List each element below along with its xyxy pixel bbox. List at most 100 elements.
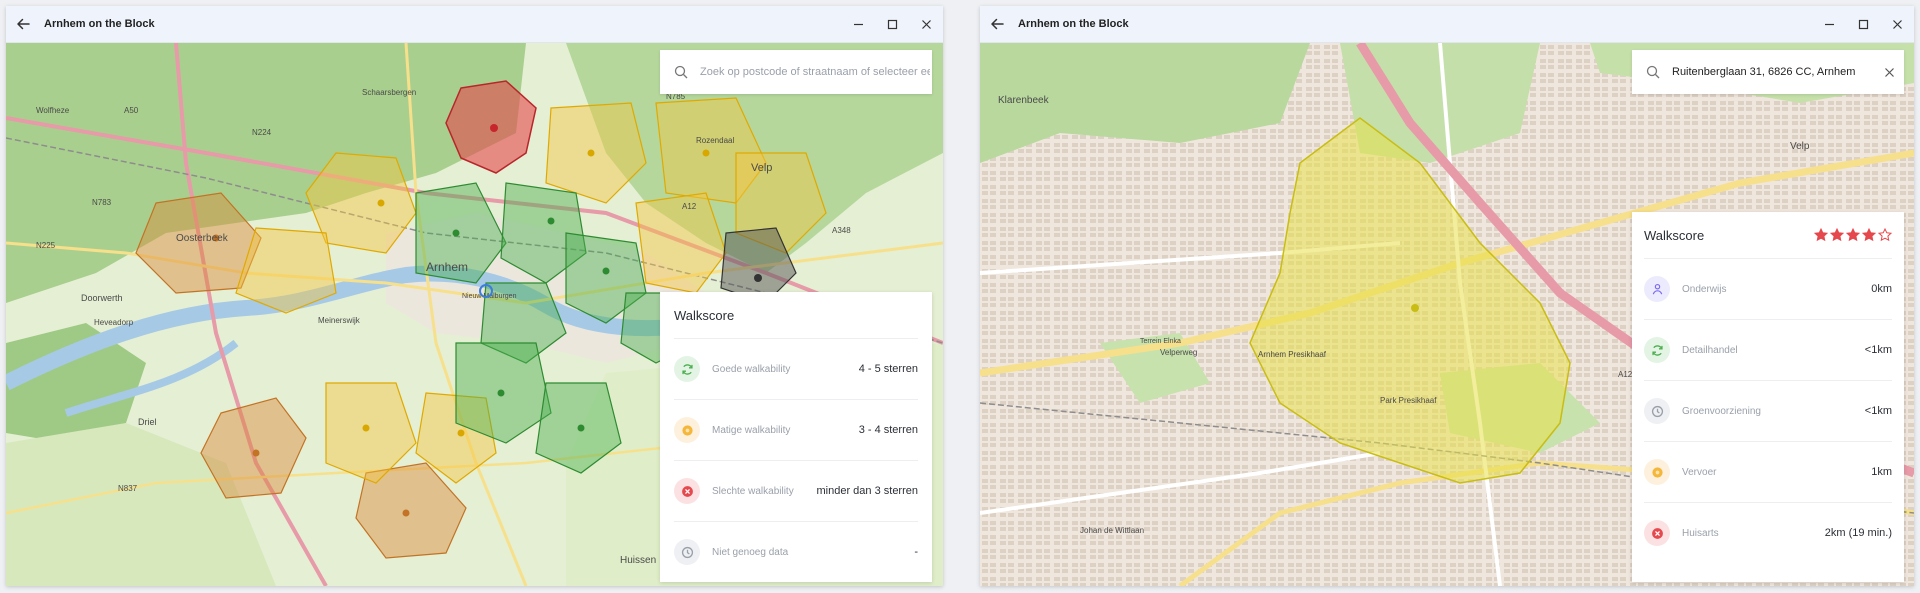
- label-a12: A12: [1618, 370, 1633, 379]
- legend-item-goede-walkability: Goede walkability 4 - 5 sterren: [674, 338, 918, 399]
- score-item-value: <1km: [1864, 405, 1892, 417]
- legend-item-value: minder dan 3 sterren: [816, 485, 919, 497]
- titlebar: Arnhem on the Block: [6, 6, 943, 43]
- label-n225: N225: [36, 241, 56, 250]
- minimize-button[interactable]: [841, 6, 875, 42]
- app-title: Arnhem on the Block: [1018, 18, 1129, 30]
- score-item-label: Groenvoorziening: [1682, 405, 1761, 417]
- score-item-label: Vervoer: [1682, 466, 1717, 478]
- arrow-left-icon: [17, 18, 30, 30]
- maximize-icon: [1858, 19, 1868, 29]
- star-filled-icon: [1846, 228, 1860, 242]
- label-park-presikhaaf: Park Presikhaaf: [1380, 396, 1437, 405]
- label-schaarsbergen: Schaarsbergen: [362, 88, 416, 97]
- star-filled-icon: [1814, 228, 1828, 242]
- score-item-groenvoorziening: Groenvoorziening <1km: [1644, 380, 1892, 441]
- search-input[interactable]: [698, 65, 932, 79]
- label-rozendaal: Rozendaal: [696, 136, 734, 145]
- label-n224: N224: [252, 128, 272, 137]
- search-icon: [674, 65, 688, 79]
- legend-item-niet-genoeg-data: Niet genoeg data -: [674, 521, 918, 582]
- score-item-label: Huisarts: [1682, 527, 1719, 539]
- legend-list: Goede walkability 4 - 5 sterren Matige w…: [674, 338, 918, 582]
- label-driel: Driel: [138, 417, 157, 427]
- label-oosterbeek: Oosterbeek: [176, 233, 229, 244]
- close-button[interactable]: [1880, 6, 1914, 42]
- legend-item-label: Niet genoeg data: [712, 546, 789, 558]
- legend-item-matige-walkability: Matige walkability 3 - 4 sterren: [674, 399, 918, 460]
- back-button[interactable]: [980, 6, 1014, 42]
- label-klarenbeek: Klarenbeek: [998, 95, 1050, 106]
- score-item-label: Onderwijs: [1682, 283, 1727, 295]
- score-item-value: <1km: [1864, 344, 1892, 356]
- education-icon: [1644, 276, 1670, 302]
- refresh-icon: [674, 356, 700, 382]
- star-rating: [1814, 228, 1892, 242]
- right-window: Arnhem on the Block Velp Klarenbeek Arnh…: [980, 6, 1914, 586]
- score-item-onderwijs: Onderwijs 0km: [1644, 258, 1892, 319]
- close-icon: [921, 19, 931, 29]
- label-a50: A50: [124, 106, 139, 115]
- score-item-label: Detailhandel: [1682, 344, 1738, 356]
- close-button[interactable]: [909, 6, 943, 42]
- legend-item-label: Slechte walkability: [712, 485, 794, 497]
- legend-item-label: Goede walkability: [712, 363, 791, 375]
- walkscore-legend-panel: Walkscore Goede walkability 4 - 5 sterre…: [660, 292, 932, 582]
- legend-item-value: 3 - 4 sterren: [858, 424, 918, 436]
- sun-icon: [674, 417, 700, 443]
- maximize-button[interactable]: [1846, 6, 1880, 42]
- score-item-value: 2km (19 min.): [1824, 527, 1892, 539]
- score-item-huisarts: Huisarts 2km (19 min.): [1644, 502, 1892, 563]
- minimize-icon: [853, 23, 863, 25]
- label-a348: A348: [832, 226, 851, 235]
- maximize-icon: [887, 19, 897, 29]
- score-item-detailhandel: Detailhandel <1km: [1644, 319, 1892, 380]
- window-controls: [841, 6, 943, 42]
- legend-header: Walkscore: [660, 292, 932, 338]
- refresh-icon: [1644, 337, 1670, 363]
- search-bar: [660, 50, 932, 94]
- label-doorwerth: Doorwerth: [81, 293, 123, 303]
- star-filled-icon: [1862, 228, 1876, 242]
- left-window: Arnhem on the Block Arnhem Oosterbeek Ve…: [6, 6, 943, 586]
- back-button[interactable]: [6, 6, 40, 42]
- label-n837: N837: [118, 484, 138, 493]
- legend-title: Walkscore: [674, 307, 735, 323]
- address-marker[interactable]: [1411, 304, 1419, 312]
- label-huissen: Huissen: [620, 555, 656, 566]
- label-n783: N783: [92, 198, 112, 207]
- clock-icon: [674, 539, 700, 565]
- legend-item-slechte-walkability: Slechte walkability minder dan 3 sterren: [674, 460, 918, 521]
- clock-icon: [1644, 398, 1670, 424]
- score-title: Walkscore: [1644, 227, 1705, 243]
- minimize-button[interactable]: [1812, 6, 1846, 42]
- close-icon: [1892, 19, 1902, 29]
- label-a12: A12: [682, 202, 697, 211]
- legend-item-label: Matige walkability: [712, 424, 791, 436]
- score-item-value: 1km: [1871, 466, 1892, 478]
- label-velperweg: Velperweg: [1160, 348, 1197, 357]
- label-arnhem-presikhaaf: Arnhem Presikhaaf: [1258, 350, 1327, 359]
- star-empty-icon: [1878, 228, 1892, 242]
- score-item-vervoer: Vervoer 1km: [1644, 441, 1892, 502]
- close-circle-icon: [674, 478, 700, 504]
- maximize-button[interactable]: [875, 6, 909, 42]
- minimize-icon: [1824, 23, 1834, 25]
- label-velp: Velp: [751, 162, 772, 174]
- sun-icon: [1644, 459, 1670, 485]
- score-header: Walkscore: [1632, 212, 1904, 258]
- legend-item-value: 4 - 5 sterren: [858, 363, 918, 375]
- label-heveadorp: Heveadorp: [94, 318, 134, 327]
- window-controls: [1812, 6, 1914, 42]
- close-icon: [1884, 67, 1894, 77]
- close-circle-icon: [1644, 520, 1670, 546]
- clear-search-button[interactable]: [1874, 50, 1904, 94]
- titlebar: Arnhem on the Block: [980, 6, 1914, 43]
- search-input[interactable]: [1670, 65, 1874, 79]
- label-terrein-elnka: Terrein Elnka: [1140, 338, 1181, 345]
- label-johan-de-wittlaan: Johan de Wittlaan: [1080, 526, 1144, 535]
- star-filled-icon: [1830, 228, 1844, 242]
- search-bar: [1632, 50, 1904, 94]
- search-icon: [1646, 65, 1660, 79]
- app-title: Arnhem on the Block: [44, 18, 155, 30]
